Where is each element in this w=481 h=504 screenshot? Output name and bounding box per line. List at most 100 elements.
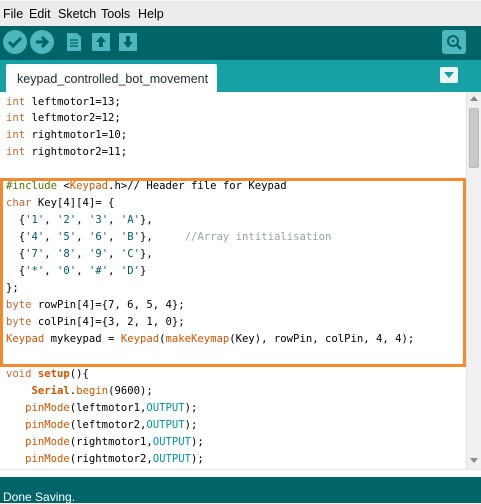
code-token: leftmotor2=12; xyxy=(25,112,121,124)
status-message: Done Saving. xyxy=(3,490,76,504)
code-line: Serial.begin(9600); xyxy=(6,383,153,399)
vertical-scrollbar[interactable] xyxy=(466,92,481,469)
verify-icon xyxy=(7,36,23,49)
code-token: < xyxy=(57,180,70,192)
code-token: int xyxy=(6,112,26,124)
menu-file[interactable]: File xyxy=(3,7,23,21)
code-token: '9' xyxy=(88,248,109,260)
scroll-up-icon[interactable] xyxy=(469,94,479,104)
code-line: int rightmotor2=11; xyxy=(6,144,127,160)
code-token: , xyxy=(108,248,121,260)
code-token: '8' xyxy=(57,248,77,260)
save-sketch-icon xyxy=(119,33,137,51)
code-token: makeKeymap xyxy=(165,333,230,345)
menu-help[interactable]: Help xyxy=(138,7,164,21)
code-token: (rightmotor2, xyxy=(69,453,153,465)
tab-bar: keypad_controlled_bot_movement xyxy=(0,60,481,92)
code-token: int xyxy=(6,96,26,108)
code-token: byte xyxy=(6,316,32,328)
code-token: OUTPUT xyxy=(152,436,191,448)
menu-edit[interactable]: Edit xyxy=(29,7,51,21)
code-token: .h>// Header file for Keypad xyxy=(108,180,287,192)
code-line: {'*', '0', '#', 'D'} xyxy=(6,263,147,279)
code-token: ); xyxy=(191,453,204,465)
tab-label: keypad_controlled_bot_movement xyxy=(17,72,209,86)
code-token: pinMode xyxy=(25,436,70,448)
code-token: pinMode xyxy=(25,419,70,431)
code-line: byte colPin[4]={3, 2, 1, 0}; xyxy=(6,314,185,330)
code-token: 'B' xyxy=(120,231,140,243)
code-token: , xyxy=(76,248,89,260)
code-token: ); xyxy=(184,402,198,414)
code-line: }; xyxy=(6,280,19,296)
serial-monitor-button[interactable] xyxy=(442,30,466,54)
code-token: //Array intitialisation xyxy=(184,231,332,243)
code-line: pinMode(rightmotor2,OUTPUT); xyxy=(6,451,204,467)
code-token: } xyxy=(140,265,147,277)
code-token: OUTPUT xyxy=(146,402,185,414)
menu-sketch[interactable]: Sketch xyxy=(58,7,96,21)
code-token: int xyxy=(6,146,26,158)
code-token: setup xyxy=(37,368,70,380)
code-token: , xyxy=(108,231,121,243)
code-line: char Key[4][4]= { xyxy=(6,195,114,211)
code-token: }; xyxy=(6,282,19,294)
verify-button[interactable] xyxy=(3,30,27,54)
code-token: { xyxy=(6,248,26,260)
code-token: ); xyxy=(184,419,198,431)
tab-sketch[interactable]: keypad_controlled_bot_movement xyxy=(6,64,217,92)
new-sketch-button[interactable] xyxy=(62,30,86,54)
serial-monitor-icon xyxy=(447,35,462,50)
code-token: #include xyxy=(6,180,58,192)
code-line: byte rowPin[4]={7, 6, 5, 4}; xyxy=(6,297,185,313)
open-sketch-button[interactable] xyxy=(89,30,113,54)
code-token: , xyxy=(44,265,58,277)
code-token: ); xyxy=(191,436,204,448)
status-bar: Done Saving. xyxy=(0,477,481,504)
code-token: , xyxy=(76,231,89,243)
code-token: (leftmotor1, xyxy=(69,402,147,414)
code-token: 'A' xyxy=(120,214,140,226)
code-token: begin xyxy=(76,385,109,397)
tab-menu-button[interactable] xyxy=(440,67,458,83)
code-line: {'7', '8', '9', 'C'}, xyxy=(6,246,153,262)
code-line: pinMode(rightmotor1,OUTPUT); xyxy=(6,434,204,450)
code-line: pinMode(leftmotor1,OUTPUT); xyxy=(6,400,197,416)
code-token: }, xyxy=(140,248,153,260)
horizontal-scrollbar[interactable] xyxy=(0,469,481,477)
code-token: '1' xyxy=(25,214,45,226)
upload-button[interactable] xyxy=(30,30,54,54)
code-token: '0' xyxy=(57,265,77,277)
code-token: char xyxy=(6,197,32,209)
code-editor[interactable]: int leftmotor1=13; int leftmotor2=12; int … xyxy=(0,92,466,469)
code-token: '3' xyxy=(88,214,109,226)
code-line: {'4', '5', '6', 'B'}, //Array intitialis… xyxy=(6,229,332,245)
code-token: Keypad xyxy=(120,333,160,345)
code-token: , xyxy=(44,231,58,243)
code-token: , xyxy=(108,265,121,277)
toolbar xyxy=(0,26,481,60)
code-token: '*' xyxy=(25,265,45,277)
code-token: void xyxy=(6,368,32,380)
menu-tools[interactable]: Tools xyxy=(101,7,130,21)
code-token: '6' xyxy=(88,231,109,243)
code-token: Serial xyxy=(31,385,70,397)
scroll-down-icon[interactable] xyxy=(469,455,479,465)
code-token: (Key), rowPin, colPin, 4, 4); xyxy=(229,333,415,345)
code-token: Keypad xyxy=(6,333,45,345)
code-token: , xyxy=(44,214,58,226)
code-token: (){ xyxy=(69,368,89,380)
code-token: '2' xyxy=(57,214,77,226)
code-token: , xyxy=(76,214,89,226)
code-token: { xyxy=(6,214,26,226)
code-token: '4' xyxy=(25,231,45,243)
save-sketch-button[interactable] xyxy=(116,30,140,54)
code-token: byte xyxy=(6,299,32,311)
chevron-down-icon xyxy=(444,72,454,78)
code-token: }, xyxy=(140,214,153,226)
scroll-thumb[interactable] xyxy=(469,108,479,168)
code-token: rightmotor1=10; xyxy=(25,129,128,141)
